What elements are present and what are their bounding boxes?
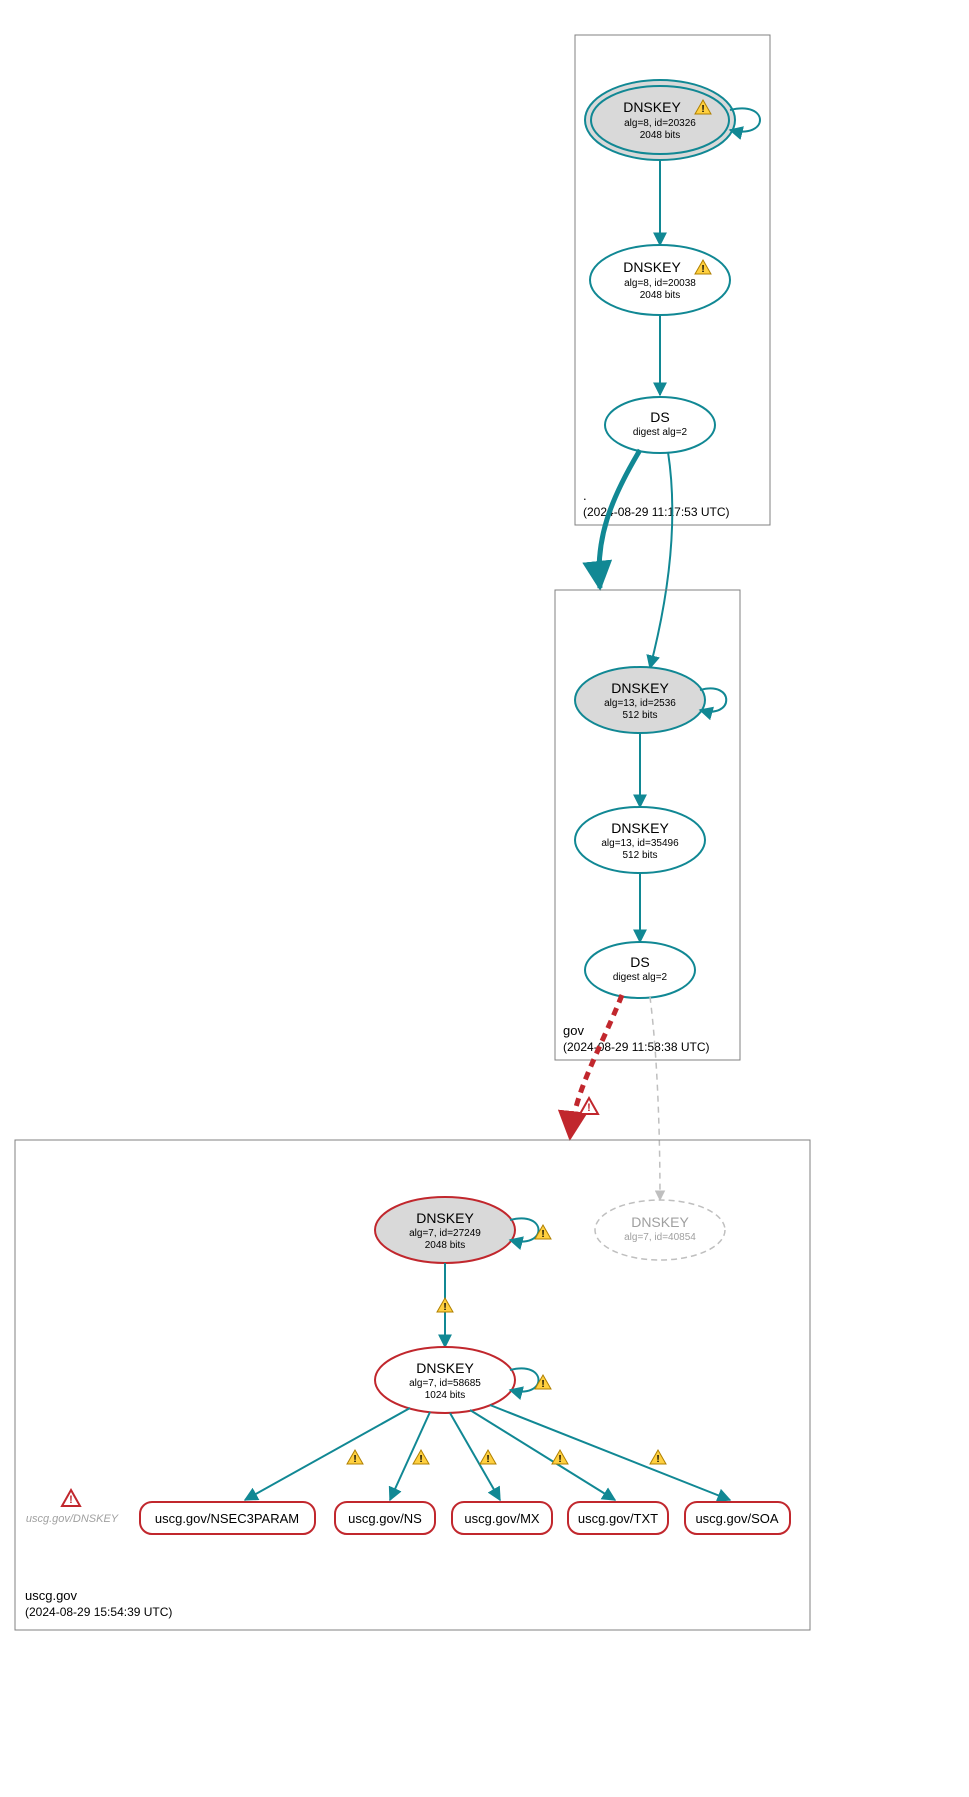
svg-text:alg=7, id=58685: alg=7, id=58685	[409, 1378, 481, 1389]
edge-root-ds-gov-zone	[599, 450, 640, 588]
node-rr-nsec3param: uscg.gov/NSEC3PARAM	[140, 1502, 315, 1534]
warning-icon: !	[437, 1298, 453, 1313]
svg-text:!: !	[69, 1494, 73, 1506]
svg-text:!: !	[558, 1454, 561, 1465]
svg-text:alg=8, id=20326: alg=8, id=20326	[624, 118, 696, 129]
svg-text:alg=7, id=27249: alg=7, id=27249	[409, 1228, 481, 1239]
svg-text:!: !	[353, 1454, 356, 1465]
warning-icon: !	[347, 1450, 363, 1465]
svg-text:!: !	[541, 1379, 544, 1390]
svg-text:alg=13, id=2536: alg=13, id=2536	[604, 698, 676, 709]
node-uscg-ksk: DNSKEY alg=7, id=27249 2048 bits !	[375, 1197, 551, 1263]
svg-text:!: !	[701, 104, 704, 115]
warning-icon: !	[650, 1450, 666, 1465]
node-rr-soa: uscg.gov/SOA	[685, 1502, 790, 1534]
svg-text:DNSKEY: DNSKEY	[623, 99, 681, 115]
svg-text:alg=13, id=35496: alg=13, id=35496	[601, 838, 679, 849]
zone-root-timestamp: (2024-08-29 11:17:53 UTC)	[583, 505, 730, 519]
svg-text:!: !	[419, 1454, 422, 1465]
svg-text:2048 bits: 2048 bits	[640, 130, 681, 141]
svg-text:uscg.gov/NS: uscg.gov/NS	[348, 1511, 422, 1526]
zone-gov-timestamp: (2024-08-29 11:58:38 UTC)	[563, 1040, 710, 1054]
svg-text:DNSKEY: DNSKEY	[623, 259, 681, 275]
svg-text:DS: DS	[630, 954, 649, 970]
svg-text:alg=8, id=20038: alg=8, id=20038	[624, 278, 696, 289]
edge-gov-ds-uscg-zone-error	[570, 995, 622, 1138]
error-icon: !	[580, 1098, 598, 1114]
dnssec-diagram: . (2024-08-29 11:17:53 UTC) DNSKEY alg=8…	[0, 0, 969, 1797]
svg-text:digest alg=2: digest alg=2	[633, 427, 688, 438]
node-root-ds: DS digest alg=2	[605, 397, 715, 453]
warning-icon: !	[413, 1450, 429, 1465]
svg-text:digest alg=2: digest alg=2	[613, 972, 668, 983]
svg-text:uscg.gov/TXT: uscg.gov/TXT	[578, 1511, 658, 1526]
zone-uscg-timestamp: (2024-08-29 15:54:39 UTC)	[25, 1605, 172, 1619]
node-root-zsk: DNSKEY alg=8, id=20038 2048 bits !	[590, 245, 730, 315]
svg-text:!: !	[541, 1229, 544, 1240]
node-gov-ksk: DNSKEY alg=13, id=2536 512 bits	[575, 667, 726, 733]
svg-text:512 bits: 512 bits	[622, 850, 657, 861]
svg-text:512 bits: 512 bits	[622, 710, 657, 721]
zone-uscg-label: uscg.gov	[25, 1588, 78, 1603]
svg-text:DNSKEY: DNSKEY	[611, 820, 669, 836]
node-gov-ds: DS digest alg=2	[585, 942, 695, 998]
svg-text:2048 bits: 2048 bits	[425, 1240, 466, 1251]
node-rr-txt: uscg.gov/TXT	[568, 1502, 668, 1534]
node-rr-ns: uscg.gov/NS	[335, 1502, 435, 1534]
edge-gov-ds-uscg-ghost	[650, 997, 660, 1200]
svg-text:2048 bits: 2048 bits	[640, 290, 681, 301]
svg-text:DNSKEY: DNSKEY	[416, 1360, 474, 1376]
zone-gov-label: gov	[563, 1023, 584, 1038]
edge-root-ds-gov-ksk	[650, 452, 672, 668]
svg-text:uscg.gov/MX: uscg.gov/MX	[464, 1511, 539, 1526]
svg-text:uscg.gov/DNSKEY: uscg.gov/DNSKEY	[26, 1513, 119, 1525]
svg-text:!: !	[701, 264, 704, 275]
svg-text:DNSKEY: DNSKEY	[611, 680, 669, 696]
zone-root-label: .	[583, 488, 587, 503]
svg-text:!: !	[486, 1454, 489, 1465]
svg-text:!: !	[587, 1102, 591, 1114]
node-rr-mx: uscg.gov/MX	[452, 1502, 552, 1534]
svg-text:!: !	[443, 1302, 446, 1313]
node-uscg-ghost-dnskey: DNSKEY alg=7, id=40854	[595, 1200, 725, 1260]
warning-icon: !	[480, 1450, 496, 1465]
svg-text:!: !	[656, 1454, 659, 1465]
error-icon: !	[62, 1490, 80, 1506]
svg-text:1024 bits: 1024 bits	[425, 1390, 466, 1401]
svg-text:uscg.gov/SOA: uscg.gov/SOA	[695, 1511, 778, 1526]
node-gov-zsk: DNSKEY alg=13, id=35496 512 bits	[575, 807, 705, 873]
svg-text:DNSKEY: DNSKEY	[416, 1210, 474, 1226]
svg-text:uscg.gov/NSEC3PARAM: uscg.gov/NSEC3PARAM	[155, 1511, 299, 1526]
svg-text:alg=7, id=40854: alg=7, id=40854	[624, 1232, 696, 1243]
svg-text:DNSKEY: DNSKEY	[631, 1214, 689, 1230]
node-root-ksk: DNSKEY alg=8, id=20326 2048 bits !	[585, 80, 760, 160]
svg-text:DS: DS	[650, 409, 669, 425]
warning-icon: !	[552, 1450, 568, 1465]
ghost-dnskey-label: ! uscg.gov/DNSKEY	[26, 1490, 119, 1525]
node-uscg-zsk: DNSKEY alg=7, id=58685 1024 bits !	[375, 1347, 551, 1413]
